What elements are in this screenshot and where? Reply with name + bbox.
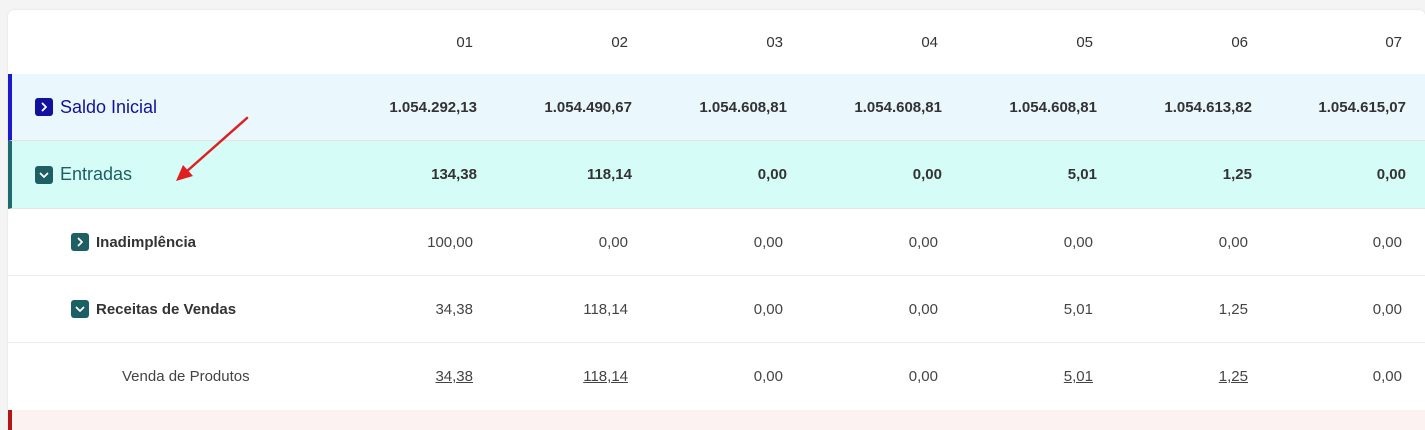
cell-value: 0,00 bbox=[598, 233, 628, 251]
cell-value: 5,01 bbox=[963, 343, 1093, 410]
receitas-de-vendas-label[interactable]: Receitas de Vendas bbox=[96, 301, 236, 318]
cell-value: 0,00 bbox=[753, 233, 783, 251]
cell-link[interactable]: 5,01 bbox=[1064, 368, 1093, 385]
column-header: 05 bbox=[1076, 33, 1093, 51]
cell-value: 1.054.615,07 bbox=[1318, 98, 1406, 116]
entradas-label[interactable]: Entradas bbox=[60, 164, 132, 185]
row-label: Entradas bbox=[35, 141, 132, 208]
chevron-right-icon[interactable] bbox=[71, 233, 89, 251]
row-label: Receitas de Vendas bbox=[71, 276, 236, 342]
chevron-right-icon[interactable] bbox=[35, 98, 53, 116]
saldo-inicial-label[interactable]: Saldo Inicial bbox=[60, 97, 157, 118]
cell-link[interactable]: 34,38 bbox=[435, 368, 473, 385]
cell-value: 0,00 bbox=[1376, 166, 1406, 183]
cell-value: 1.054.613,82 bbox=[1164, 98, 1252, 116]
cell-link[interactable]: 1,25 bbox=[1219, 368, 1248, 385]
cell-value: 0,00 bbox=[912, 166, 942, 183]
cell-value: 5,01 bbox=[1063, 300, 1093, 318]
cell-value: 0,00 bbox=[908, 368, 938, 385]
cell-value: 0,00 bbox=[1372, 233, 1402, 251]
row-label: Inadimplência bbox=[71, 209, 196, 275]
cell-value: 0,00 bbox=[1372, 368, 1402, 385]
chevron-down-icon[interactable] bbox=[35, 165, 53, 184]
cell-value: 0,00 bbox=[1063, 233, 1093, 251]
row-label: Venda de Produtos bbox=[122, 343, 250, 410]
cell-value: 1,25 bbox=[1218, 300, 1248, 318]
column-header: 01 bbox=[456, 33, 473, 51]
cell-value: 34,38 bbox=[435, 300, 473, 318]
cell-value: 100,00 bbox=[427, 233, 473, 251]
row-label: Saldo Inicial bbox=[35, 74, 157, 140]
cell-value: 0,00 bbox=[908, 300, 938, 318]
cell-value: 118,14 bbox=[498, 343, 628, 410]
cell-value: 5,01 bbox=[1067, 166, 1097, 183]
table-row-saldo-inicial: Saldo Inicial 1.054.292,13 1.054.490,67 … bbox=[8, 74, 1425, 141]
cell-value: 1.054.490,67 bbox=[544, 98, 632, 116]
cell-value: 0,00 bbox=[753, 368, 783, 385]
cell-value: 1,25 bbox=[1222, 166, 1252, 183]
venda-de-produtos-label: Venda de Produtos bbox=[122, 368, 250, 385]
cell-value: 0,00 bbox=[908, 233, 938, 251]
cell-value: 1,25 bbox=[1118, 343, 1248, 410]
cell-value: 0,00 bbox=[1372, 300, 1402, 318]
column-header: 04 bbox=[921, 33, 938, 51]
table-row-inadimplencia: Inadimplência 100,00 0,00 0,00 0,00 0,00… bbox=[8, 209, 1425, 276]
cell-value: 1.054.292,13 bbox=[389, 98, 477, 116]
table-row-next-section bbox=[8, 410, 1425, 430]
cash-flow-table: 01 02 03 04 05 06 07 Saldo Inicial 1.054… bbox=[8, 10, 1425, 430]
column-header: 02 bbox=[611, 33, 628, 51]
table-row-entradas: Entradas 134,38 118,14 0,00 0,00 5,01 1,… bbox=[8, 141, 1425, 209]
chevron-down-icon[interactable] bbox=[71, 300, 89, 318]
cell-value: 0,00 bbox=[753, 300, 783, 318]
column-header: 07 bbox=[1385, 33, 1402, 51]
table-header: 01 02 03 04 05 06 07 bbox=[8, 10, 1425, 75]
column-header: 06 bbox=[1231, 33, 1248, 51]
cell-value: 1.054.608,81 bbox=[699, 98, 787, 116]
column-header: 03 bbox=[766, 33, 783, 51]
inadimplencia-label[interactable]: Inadimplência bbox=[96, 234, 196, 251]
cell-value: 0,00 bbox=[757, 166, 787, 183]
cell-value: 1.054.608,81 bbox=[1009, 98, 1097, 116]
table-row-venda-de-produtos: Venda de Produtos 34,38 118,14 0,00 0,00… bbox=[8, 343, 1425, 410]
cell-value: 0,00 bbox=[1218, 233, 1248, 251]
cell-value: 134,38 bbox=[431, 166, 477, 183]
table-row-receitas-de-vendas: Receitas de Vendas 34,38 118,14 0,00 0,0… bbox=[8, 276, 1425, 343]
cell-link[interactable]: 118,14 bbox=[583, 368, 628, 385]
cell-value: 118,14 bbox=[586, 166, 632, 183]
cell-value: 34,38 bbox=[343, 343, 473, 410]
cell-value: 1.054.608,81 bbox=[854, 98, 942, 116]
cell-value: 118,14 bbox=[583, 300, 628, 318]
